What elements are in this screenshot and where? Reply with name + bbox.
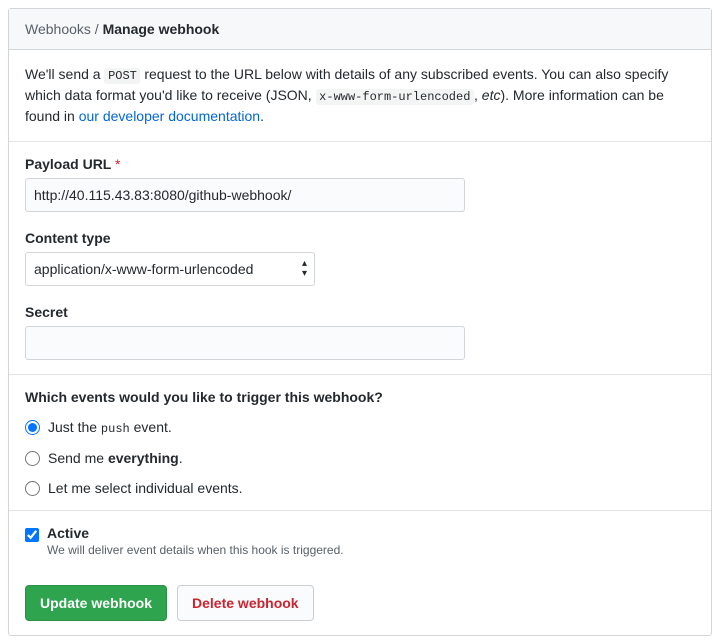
event-radio-push[interactable] bbox=[25, 420, 40, 435]
event-radio-everything[interactable] bbox=[25, 451, 40, 466]
secret-group: Secret bbox=[25, 304, 695, 360]
payload-url-label: Payload URL * bbox=[25, 156, 695, 172]
secret-label: Secret bbox=[25, 304, 695, 320]
breadcrumb-current: Manage webhook bbox=[103, 21, 220, 37]
post-code: POST bbox=[104, 68, 140, 84]
payload-url-input[interactable] bbox=[25, 178, 465, 212]
events-title: Which events would you like to trigger t… bbox=[25, 389, 695, 405]
active-note: We will deliver event details when this … bbox=[47, 543, 695, 557]
events-section: Which events would you like to trigger t… bbox=[9, 375, 711, 511]
urlencoded-code: x-www-form-urlencoded bbox=[316, 89, 474, 105]
active-checkbox[interactable] bbox=[25, 528, 39, 542]
active-label: Active bbox=[47, 525, 695, 541]
event-option-everything[interactable]: Send me everything. bbox=[25, 450, 695, 466]
intro-section: We'll send a POST request to the URL bel… bbox=[9, 50, 711, 142]
event-radio-individual[interactable] bbox=[25, 481, 40, 496]
content-type-group: Content type application/x-www-form-urle… bbox=[25, 230, 695, 286]
content-type-label: Content type bbox=[25, 230, 695, 246]
required-indicator: * bbox=[115, 156, 120, 172]
breadcrumb: Webhooks / Manage webhook bbox=[9, 9, 711, 50]
active-section: Active We will deliver event details whe… bbox=[9, 511, 711, 571]
form-section: Payload URL * Content type application/x… bbox=[9, 142, 711, 375]
update-webhook-button[interactable]: Update webhook bbox=[25, 585, 167, 621]
actions-row: Update webhook Delete webhook bbox=[9, 571, 711, 635]
webhook-settings-panel: Webhooks / Manage webhook We'll send a P… bbox=[8, 8, 712, 636]
secret-input[interactable] bbox=[25, 326, 465, 360]
developer-docs-link[interactable]: our developer documentation bbox=[79, 108, 260, 124]
delete-webhook-button[interactable]: Delete webhook bbox=[177, 585, 314, 621]
event-option-individual[interactable]: Let me select individual events. bbox=[25, 480, 695, 496]
event-option-push[interactable]: Just the push event. bbox=[25, 419, 695, 436]
content-type-select[interactable]: application/x-www-form-urlencoded bbox=[25, 252, 315, 286]
payload-url-group: Payload URL * bbox=[25, 156, 695, 212]
intro-text: We'll send a POST request to the URL bel… bbox=[25, 64, 695, 127]
breadcrumb-root[interactable]: Webhooks bbox=[25, 21, 91, 37]
